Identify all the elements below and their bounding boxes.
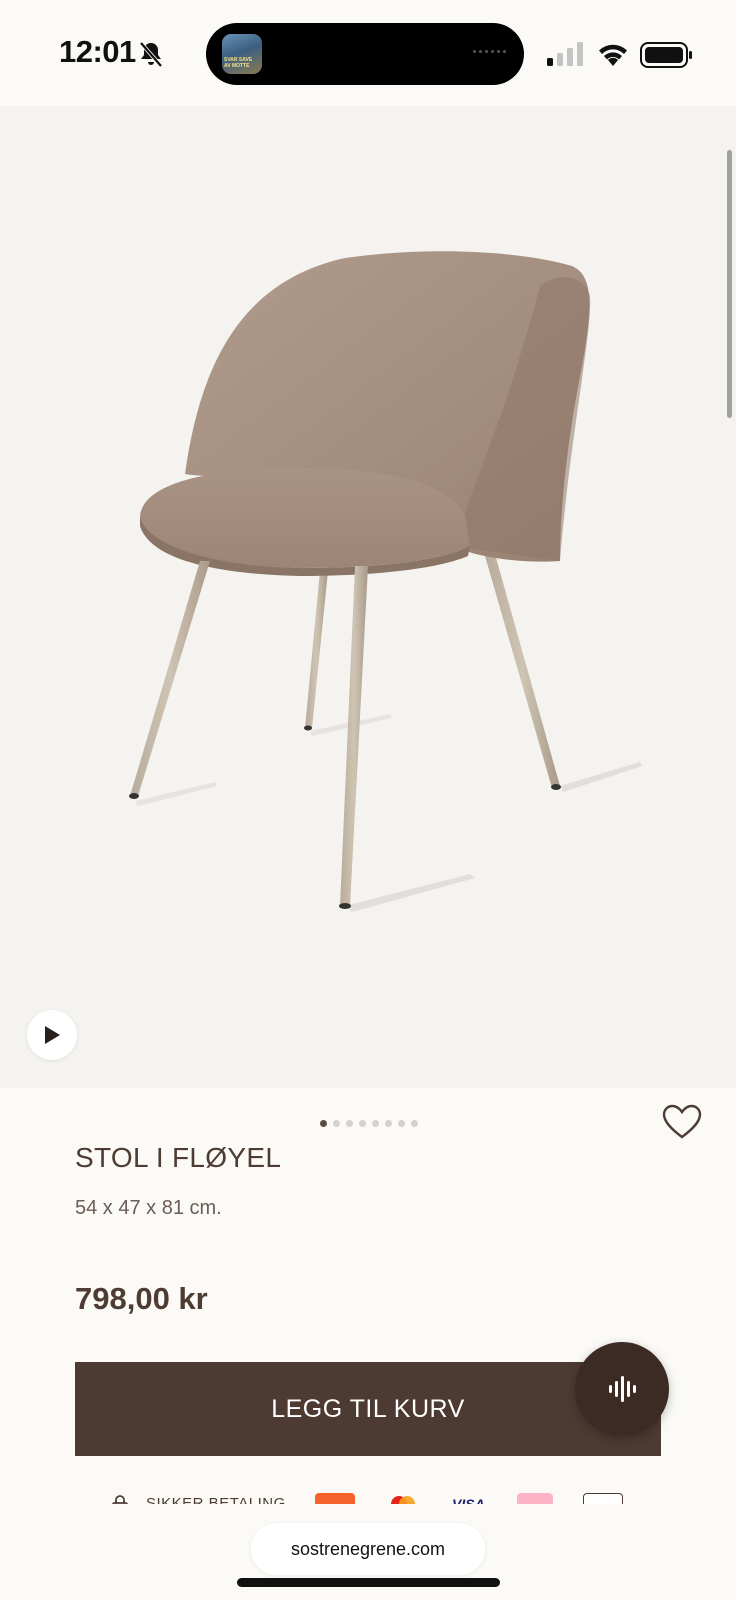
- artwork-text: SVAR SAVE AV MOTTE: [224, 57, 253, 69]
- product-image-gallery[interactable]: [0, 106, 736, 1088]
- audio-waveform-icon: [473, 50, 506, 53]
- klarna-icon: [517, 1493, 553, 1504]
- wifi-icon: [599, 44, 627, 66]
- product-price: 798,00 kr: [75, 1281, 208, 1316]
- product-title: STOL I FLØYEL: [75, 1142, 282, 1173]
- status-bar: 12:01 SVAR SAVE AV MOTTE: [0, 0, 736, 106]
- pager-dot[interactable]: [359, 1120, 366, 1127]
- pager-dot[interactable]: [333, 1120, 340, 1127]
- now-playing-artwork: SVAR SAVE AV MOTTE: [222, 34, 262, 74]
- home-indicator[interactable]: [237, 1578, 500, 1587]
- page-scrollbar[interactable]: [727, 150, 732, 418]
- status-time: 12:01: [59, 34, 136, 69]
- card-icon: [583, 1493, 623, 1504]
- pager-dot[interactable]: [411, 1120, 418, 1127]
- visa-icon: VISA: [450, 1493, 486, 1504]
- pager-dot[interactable]: [346, 1120, 353, 1127]
- svg-text:VISA: VISA: [452, 1496, 485, 1504]
- product-dimensions: 54 x 47 x 81 cm.: [75, 1197, 222, 1219]
- browser-url-bar[interactable]: sostrenegrene.com: [251, 1523, 485, 1575]
- pager-dot-active[interactable]: [320, 1120, 327, 1127]
- pager-dot[interactable]: [372, 1120, 379, 1127]
- add-to-cart-button[interactable]: LEGG TIL KURV: [75, 1362, 661, 1456]
- lock-icon: [112, 1495, 128, 1504]
- payment-methods-strip: SIKKER BETALING VISA: [0, 1492, 736, 1504]
- payment-logo-orange: [315, 1493, 355, 1504]
- pager-dot[interactable]: [385, 1120, 392, 1127]
- battery-icon: [640, 42, 692, 68]
- mastercard-icon: [388, 1493, 418, 1504]
- image-pager[interactable]: [320, 1120, 418, 1127]
- voice-waveform-icon: [609, 1376, 636, 1402]
- dynamic-island[interactable]: SVAR SAVE AV MOTTE: [206, 23, 524, 85]
- pager-dot[interactable]: [398, 1120, 405, 1127]
- voice-assistant-button[interactable]: [575, 1342, 669, 1436]
- play-video-button[interactable]: [27, 1010, 77, 1060]
- secure-payment-label: SIKKER BETALING: [146, 1495, 286, 1504]
- heart-icon[interactable]: [662, 1104, 702, 1140]
- product-image: [129, 251, 642, 912]
- play-icon: [45, 1026, 60, 1044]
- cellular-signal-icon: [547, 42, 583, 66]
- bell-muted-icon: [139, 41, 163, 68]
